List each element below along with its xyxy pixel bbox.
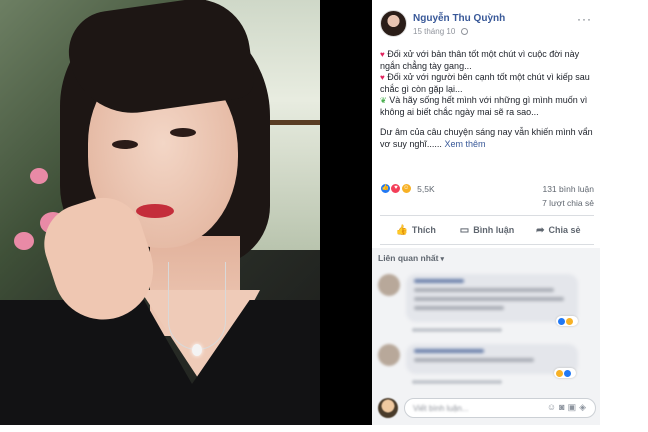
post-closing-text: Dư âm của câu chuyện sáng nay vẫn khiến … [380,127,593,149]
comment-reaction-badge[interactable] [554,368,576,378]
action-bar: 👍 Thích ▭ Bình luận ➦ Chia sẻ [380,215,594,245]
comments-section: Liên quan nhất ▾ Viết bình luận... ☺◙▣◈ [372,248,600,425]
see-more-link[interactable]: Xem thêm [444,139,485,149]
comment-label: Bình luận [473,225,515,235]
comment-text [414,288,554,292]
post-line-text: Đối xử với người bên cạnh tốt một chút v… [380,72,590,94]
love-reaction-icon: ♥ [390,183,402,195]
comment-input[interactable]: Viết bình luận... ☺◙▣◈ [404,398,596,418]
my-avatar [378,398,398,418]
comment-placeholder: Viết bình luận... [413,404,469,413]
commenter-name[interactable] [414,349,484,353]
page-margin-right [600,0,648,432]
camera-icon[interactable]: ◙ [559,402,567,412]
share-button[interactable]: ➦ Chia sẻ [523,216,594,244]
red-heart-icon: ♥ [380,73,385,82]
author-avatar[interactable] [380,10,407,37]
post-closing: Dư âm của câu chuyện sáng nay vẫn khiến … [380,127,594,150]
more-options-button[interactable]: ··· [577,12,592,26]
photo-eye [170,128,196,137]
red-heart-icon: ♥ [380,50,385,59]
share-label: Chia sẻ [548,225,581,235]
comment-button[interactable]: ▭ Bình luận [451,216,522,244]
post-header: Nguyễn Thu Quỳnh 15 tháng 10 ··· [380,10,594,40]
comment-text [414,297,564,301]
reaction-count: 5,5K [417,183,435,194]
comment-item [378,344,578,394]
post-line: ❦ Và hãy sống hết mình với những gì mình… [380,95,594,118]
seedling-icon: ❦ [380,96,387,105]
comment-text [414,306,504,310]
like-label: Thích [411,225,436,235]
commenter-name[interactable] [414,279,464,283]
post-time[interactable]: 15 tháng 10 [413,27,455,36]
comment-reaction-badge[interactable] [556,316,578,326]
comment-bubble [406,274,578,322]
post-text: ♥ Đối xử với bản thân tốt một chút vì cu… [380,49,594,150]
page-margin-bottom [0,425,648,432]
like-reaction-icon: 👍 [380,183,391,195]
post-meta: 15 tháng 10 [413,27,468,36]
comment-sort-label: Liên quan nhất [378,253,439,263]
photo-flower [30,168,48,184]
sticker-icon[interactable]: ◈ [579,402,589,412]
photo-viewer [0,0,372,425]
post-panel: Nguyễn Thu Quỳnh 15 tháng 10 ··· ♥ Đối x… [372,0,600,425]
share-arrow-icon: ➦ [536,224,545,236]
composer-tools: ☺◙▣◈ [547,402,589,413]
globe-icon [460,28,468,35]
share-count[interactable]: 7 lượt chia sẻ [542,197,594,210]
gif-icon[interactable]: ▣ [568,402,580,412]
comment-text [414,358,534,362]
chevron-down-icon: ▾ [440,256,444,263]
emoji-icon[interactable]: ☺ [547,402,559,412]
comment-footer [412,380,502,384]
thumbs-up-icon: 👍 [395,224,408,236]
author-name[interactable]: Nguyễn Thu Quỳnh [413,13,505,24]
comment-item [378,274,578,334]
haha-reaction-icon: ☺ [400,183,412,195]
photo-lips [136,204,174,218]
photo-flower [14,232,34,250]
comment-composer: Viết bình luận... ☺◙▣◈ [378,396,596,420]
comment-bubble [406,344,578,374]
photo-pendant [192,344,202,356]
photo-eye [112,140,138,149]
post-line-text: Và hãy sống hết mình với những gì mình m… [380,95,588,117]
like-button[interactable]: 👍 Thích [380,216,451,244]
photo-necklace [168,262,226,350]
comment-footer [412,328,502,332]
commenter-avatar[interactable] [378,274,400,296]
post-photo[interactable] [0,0,320,425]
comment-count[interactable]: 131 bình luận [542,183,594,196]
post-line-text: Đối xử với bản thân tốt một chút vì cuộc… [380,49,580,71]
commenter-avatar[interactable] [378,344,400,366]
post-line: ♥ Đối xử với bản thân tốt một chút vì cu… [380,49,594,72]
comment-sort-dropdown[interactable]: Liên quan nhất ▾ [378,253,444,263]
post-line: ♥ Đối xử với người bên cạnh tốt một chút… [380,72,594,95]
comment-icon: ▭ [459,224,470,236]
